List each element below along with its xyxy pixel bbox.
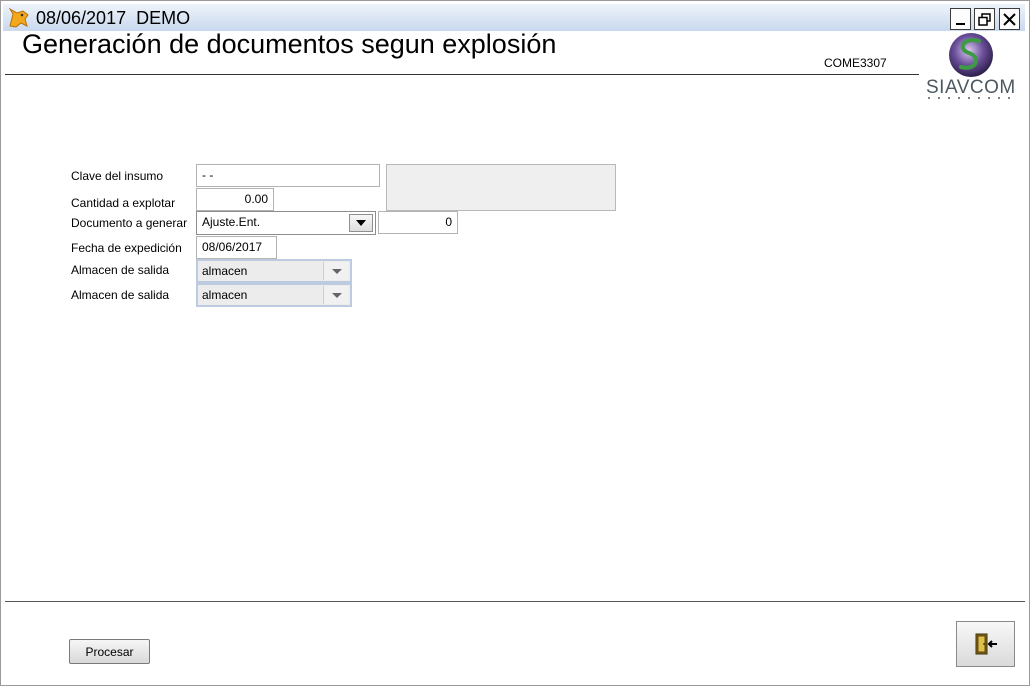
almacen-select-value-1: almacen xyxy=(202,264,248,278)
cantidad-label: Cantidad a explotar xyxy=(71,196,176,210)
documento-select-value: Ajuste.Ent. xyxy=(202,215,261,229)
app-fox-icon xyxy=(8,7,29,28)
restore-icon xyxy=(978,12,991,26)
documento-number-input[interactable]: 0 xyxy=(378,211,458,234)
window-title: 08/06/2017 DEMO xyxy=(36,8,191,28)
chevron-down-icon xyxy=(356,220,366,226)
main-window: 08/06/2017 DEMO Generación de documentos… xyxy=(0,0,1030,686)
header-divider xyxy=(5,74,919,75)
documento-dropdown-button[interactable] xyxy=(349,214,373,232)
cantidad-input[interactable]: 0.00 xyxy=(196,188,274,211)
almacen-dropdown-button-2[interactable] xyxy=(323,286,349,304)
documento-label: Documento a generar xyxy=(71,216,188,230)
clave-label: Clave del insumo xyxy=(71,169,164,183)
almacen-salida-label-2: Almacen de salida xyxy=(71,288,170,302)
almacen-salida-select-2[interactable]: almacen xyxy=(196,283,352,307)
fecha-input[interactable]: 08/06/2017 xyxy=(196,236,277,259)
almacen-select-value-2: almacen xyxy=(202,288,248,302)
logo-text: SIAVCOM xyxy=(926,77,1016,98)
page-title: Generación de documentos segun explosión xyxy=(22,29,557,59)
almacen-dropdown-button-1[interactable] xyxy=(323,262,349,280)
fecha-label: Fecha de expedición xyxy=(71,241,182,255)
clave-description-box xyxy=(386,164,616,211)
screen-code: COME3307 xyxy=(824,56,887,70)
procesar-button[interactable]: Procesar xyxy=(69,639,150,664)
title-bar[interactable]: 08/06/2017 DEMO xyxy=(3,4,1025,31)
exit-door-icon xyxy=(975,633,997,655)
close-icon xyxy=(1003,12,1016,26)
clave-input[interactable]: - - xyxy=(196,164,380,187)
almacen-salida-select-1[interactable]: almacen xyxy=(196,259,352,283)
restore-button[interactable] xyxy=(974,8,995,30)
almacen-salida-label-1: Almacen de salida xyxy=(71,263,170,277)
chevron-down-icon xyxy=(331,292,342,298)
exit-button[interactable] xyxy=(956,621,1015,667)
footer-divider xyxy=(5,601,1025,602)
close-button[interactable] xyxy=(999,8,1020,30)
logo-underline xyxy=(928,97,1016,99)
minimize-icon xyxy=(956,22,965,25)
documento-select[interactable]: Ajuste.Ent. xyxy=(196,211,376,235)
minimize-button[interactable] xyxy=(950,8,971,30)
procesar-button-label: Procesar xyxy=(85,644,134,659)
chevron-down-icon xyxy=(331,268,342,274)
